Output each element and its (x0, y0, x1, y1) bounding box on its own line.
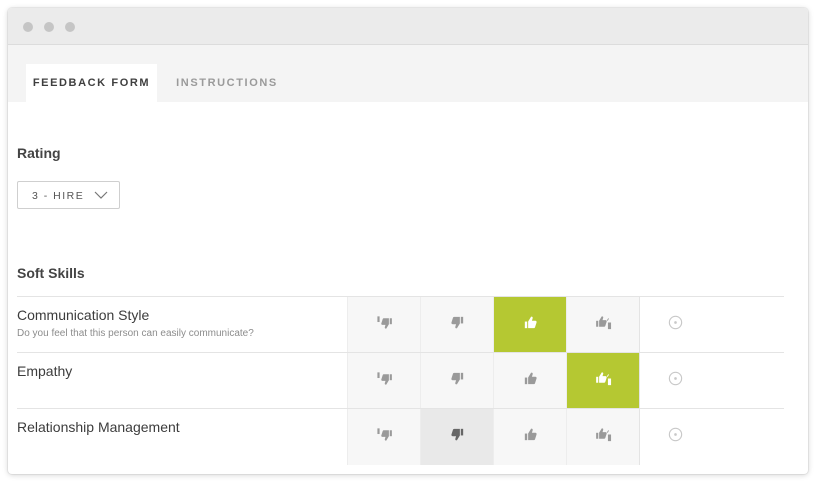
rating-option-thumbs-up-double[interactable] (566, 353, 639, 409)
window-close-dot[interactable] (23, 22, 33, 32)
rating-option-no-opinion[interactable] (639, 409, 711, 465)
rating-option-thumbs-down-double[interactable] (347, 297, 420, 353)
rating-scale (347, 409, 784, 465)
rating-option-thumbs-down[interactable] (420, 297, 493, 353)
rating-option-thumbs-up[interactable] (493, 353, 566, 409)
thumbs-down-icon (449, 314, 466, 336)
rating-option-thumbs-up[interactable] (493, 409, 566, 465)
rating-option-thumbs-up-double[interactable] (566, 409, 639, 465)
tab-bar: FEEDBACK FORM INSTRUCTIONS (8, 45, 808, 102)
tab-feedback-form[interactable]: FEEDBACK FORM (26, 64, 157, 102)
thumbs-up-double-icon (595, 426, 612, 448)
rating-option-no-opinion[interactable] (639, 297, 711, 353)
no-opinion-icon (667, 370, 684, 392)
thumbs-down-icon (449, 370, 466, 392)
rating-option-thumbs-up[interactable] (493, 297, 566, 353)
window-minimize-dot[interactable] (44, 22, 54, 32)
rating-option-no-opinion[interactable] (639, 353, 711, 409)
soft-skills-table: Communication Style Do you feel that thi… (17, 296, 784, 465)
thumbs-up-double-icon (595, 314, 612, 336)
soft-skills-heading: Soft Skills (17, 265, 85, 281)
rating-select[interactable]: 3 - HIRE (17, 181, 120, 209)
skill-label: Communication Style (17, 307, 150, 323)
thumbs-down-double-icon (376, 370, 393, 392)
rating-option-thumbs-up-double[interactable] (566, 297, 639, 353)
skill-row-relationship-management: Relationship Management (17, 408, 784, 465)
rating-scale (347, 297, 784, 353)
rating-option-thumbs-down[interactable] (420, 353, 493, 409)
skill-row-communication-style: Communication Style Do you feel that thi… (17, 296, 784, 353)
thumbs-up-icon (522, 426, 539, 448)
rating-option-thumbs-down[interactable] (420, 409, 493, 465)
skill-row-empathy: Empathy (17, 352, 784, 409)
rating-option-thumbs-down-double[interactable] (347, 353, 420, 409)
rating-scale (347, 353, 784, 409)
thumbs-up-icon (522, 314, 539, 336)
tab-instructions[interactable]: INSTRUCTIONS (168, 64, 286, 102)
thumbs-down-double-icon (376, 426, 393, 448)
no-opinion-icon (667, 314, 684, 336)
title-bar (8, 8, 808, 45)
thumbs-down-icon (449, 426, 466, 448)
chevron-down-icon (94, 189, 108, 204)
window-maximize-dot[interactable] (65, 22, 75, 32)
skill-description: Do you feel that this person can easily … (17, 328, 254, 339)
thumbs-down-double-icon (376, 314, 393, 336)
thumbs-up-double-icon (595, 370, 612, 392)
rating-heading: Rating (17, 145, 61, 161)
rating-select-value: 3 - HIRE (32, 190, 85, 202)
thumbs-up-icon (522, 370, 539, 392)
skill-label: Empathy (17, 363, 73, 379)
no-opinion-icon (667, 426, 684, 448)
skill-label: Relationship Management (17, 419, 180, 435)
rating-option-thumbs-down-double[interactable] (347, 409, 420, 465)
